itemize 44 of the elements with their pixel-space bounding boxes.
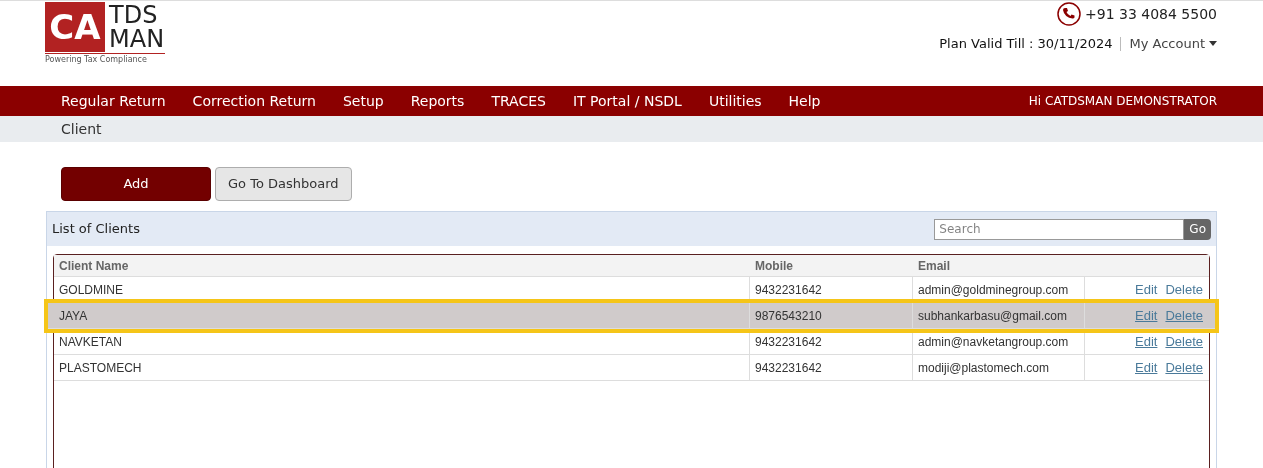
column-header: Email [917,257,951,275]
delete-link[interactable]: Delete [1165,357,1203,378]
table-cell: 9876543210 [750,303,913,328]
table-cell: admin@navketangroup.com [913,329,1085,354]
nav-item[interactable]: Help [788,90,821,112]
nav-item[interactable]: Setup [342,90,384,112]
edit-link[interactable]: Edit [1135,331,1158,352]
nav-item[interactable]: Regular Return [61,90,166,112]
search-field[interactable]: Search [934,218,1185,240]
table-cell: PLASTOMECH [54,355,750,380]
plan-validity: Plan Valid Till : 30/11/2024 [939,35,1113,53]
table-cell: NAVKETAN [54,329,750,354]
edit-link[interactable]: Edit [1135,357,1158,378]
account-menu[interactable]: My Account [1129,34,1217,54]
phone-icon [1057,2,1082,26]
table-row[interactable]: NAVKETAN 9432231642 admin@navketangroup.com Edit Delete [54,329,1209,355]
delete-link[interactable]: Delete [1165,331,1203,352]
nav-item[interactable]: IT Portal / NSDL [572,90,682,112]
caret-icon [1209,41,1217,47]
nav-item[interactable]: Utilities [708,90,762,112]
table-cell: 9432231642 [750,355,913,380]
dashboard-button[interactable]: Go To Dashboard [215,167,352,201]
logo-tagline: Powering Tax Compliance [45,53,165,66]
nav-item[interactable]: Reports [410,90,465,112]
logo-mark: CA [45,2,105,52]
user-greeting: Hi CATDSMAN DEMONSTRATOR [1028,93,1217,110]
go-button[interactable]: Go [1184,218,1211,240]
logo-text: MAN [109,27,165,51]
nav-item[interactable]: TRACES [491,90,546,112]
panel-title: List of Clients [52,220,140,239]
column-header: Client Name [58,257,130,275]
table-cell: modiji@plastomech.com [913,355,1085,380]
column-header: Mobile [754,257,794,275]
edit-link[interactable]: Edit [1135,279,1158,300]
add-button[interactable]: Add [61,167,211,201]
nav-item[interactable]: Correction Return [192,90,316,112]
phone-number: +91 33 4084 5500 [1085,4,1217,24]
table-cell: subhankarbasu@gmail.com [913,303,1085,328]
table-cell: 9432231642 [750,329,913,354]
table-row[interactable]: PLASTOMECH 9432231642 modiji@plastomech.com Edit Delete [54,355,1209,381]
delete-link[interactable]: Delete [1165,279,1203,300]
table-cell: JAYA [54,303,750,328]
breadcrumb: Client [61,119,102,139]
logo-text: TDS [109,3,159,27]
